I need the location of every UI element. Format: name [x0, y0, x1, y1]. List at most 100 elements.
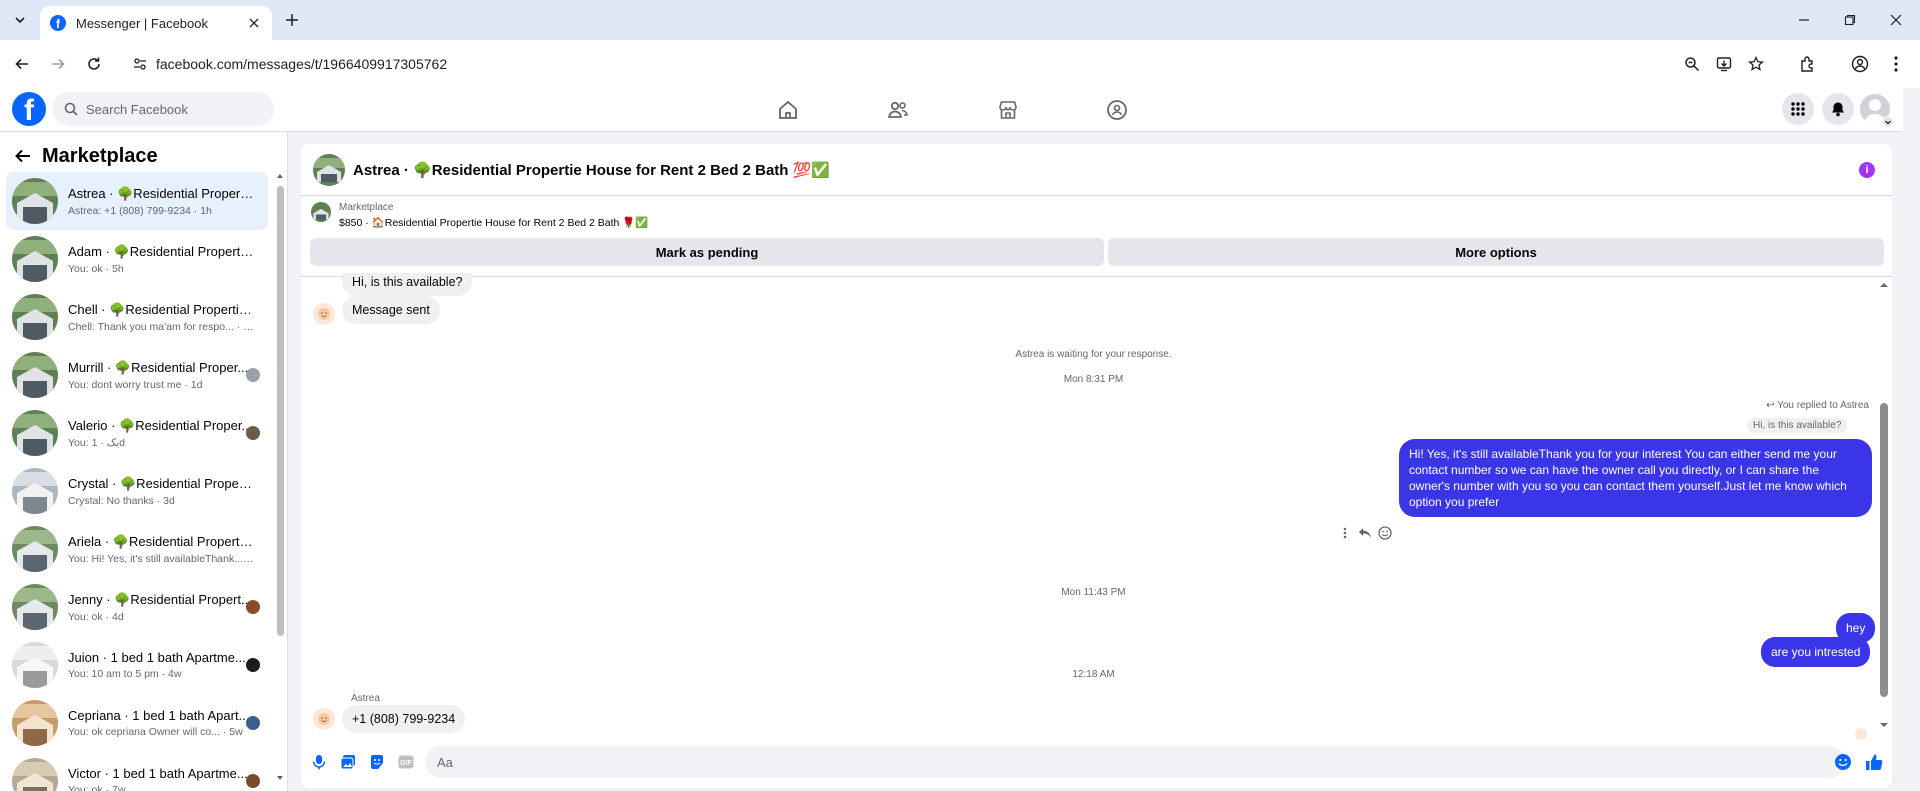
seen-avatar — [246, 774, 260, 788]
chat-scroll-thumb[interactable] — [1880, 403, 1888, 697]
conversation-thumbnail — [12, 642, 58, 688]
gif-icon[interactable]: GIF — [396, 752, 416, 772]
quoted-message[interactable]: Hi, is this available? — [1747, 418, 1848, 433]
timestamp: 12:18 AM — [1072, 669, 1115, 680]
chat-scrollbar[interactable] — [1879, 281, 1889, 729]
extensions-puzzle-icon[interactable] — [1796, 52, 1820, 76]
notifications-bell-icon[interactable] — [1822, 93, 1854, 125]
facebook-search-box[interactable] — [52, 92, 274, 126]
scroll-down-icon[interactable] — [1879, 721, 1889, 729]
message-input-box[interactable] — [425, 746, 1845, 778]
conversation-item[interactable]: Adam · 🌳Residential Propertie ... You: ok… — [6, 230, 268, 288]
conversation-item[interactable]: Juion · 1 bed 1 bath Apartme... You: 10 a… — [6, 636, 268, 694]
conversation-item[interactable]: Ariela · 🌳Residential Propertie ... You: … — [6, 520, 268, 578]
emoji-picker-icon[interactable] — [1833, 752, 1853, 772]
forward-arrow-icon[interactable] — [46, 52, 70, 76]
browser-menu-kebab-icon[interactable] — [1884, 52, 1908, 76]
react-emoji-icon[interactable] — [1377, 525, 1393, 541]
more-options-button[interactable]: More options — [1108, 238, 1884, 266]
groups-icon[interactable] — [1105, 98, 1129, 122]
conversation-preview: You: Hi! Yes, it's still availableThank.… — [68, 552, 254, 565]
sticker-icon[interactable] — [367, 752, 387, 772]
conversation-item[interactable]: Cepriana · 1 bed 1 bath Apart... You: ok … — [6, 694, 268, 752]
microphone-icon[interactable] — [309, 752, 329, 772]
conversation-item[interactable]: Murrill · 🌳Residential Proper... You: don… — [6, 346, 268, 404]
conversation-item[interactable]: Valerio · 🌳Residential Proper... You: یک … — [6, 404, 268, 462]
conversation-thumbnail — [12, 236, 58, 282]
conversation-item[interactable]: Crystal · 🌳Residential Properti... Crysta… — [6, 462, 268, 520]
tab-close-icon[interactable] — [246, 15, 262, 31]
sidebar-scroll-thumb[interactable] — [277, 186, 284, 636]
message-bubble-incoming[interactable]: +1 (808) 799-9234 — [342, 705, 466, 733]
conversation-thumbnail — [12, 410, 58, 456]
conversation-list: Astrea · 🌳Residential Propertie... Astrea… — [6, 172, 268, 791]
conversation-info: Murrill · 🌳Residential Proper... You: don… — [68, 360, 254, 391]
facebook-logo-icon[interactable]: f — [12, 92, 46, 126]
reply-indicator-text: You replied to Astrea — [1777, 400, 1869, 411]
svg-text:GIF: GIF — [400, 760, 412, 767]
message-bubble-incoming[interactable]: Message sent — [342, 296, 440, 324]
marketplace-store-icon[interactable] — [996, 98, 1020, 122]
chat-header: Astrea · 🌳Residential Propertie House fo… — [301, 144, 1892, 196]
listing-label: Marketplace — [339, 202, 394, 213]
address-bar[interactable]: facebook.com/messages/t/1966409917305762 — [122, 48, 1812, 80]
menu-grid-icon[interactable] — [1782, 93, 1814, 125]
sidebar-scrollbar[interactable] — [276, 172, 284, 782]
site-info-icon[interactable] — [130, 54, 150, 74]
message-bubble-outgoing[interactable]: are you intrested — [1761, 637, 1871, 667]
conversation-thumbnail — [12, 178, 58, 224]
restore-icon[interactable] — [1838, 10, 1862, 30]
tab-search-chevron-icon[interactable] — [8, 10, 32, 30]
message-bubble-outgoing[interactable]: Hi! Yes, it's still availableThank you f… — [1399, 439, 1872, 517]
thumbs-up-like-icon[interactable] — [1864, 752, 1884, 772]
conversation-name: Ariela · 🌳Residential Propertie ... — [68, 533, 254, 549]
back-arrow-icon[interactable] — [14, 147, 32, 165]
minimize-icon[interactable] — [1792, 10, 1816, 30]
conversation-name: Cepriana · 1 bed 1 bath Apart... — [68, 708, 250, 723]
photo-gallery-icon[interactable] — [338, 752, 358, 772]
install-app-icon[interactable] — [1714, 54, 1734, 74]
conversation-name: Adam · 🌳Residential Propertie ... — [68, 243, 254, 259]
account-chevron-down-icon[interactable] — [1882, 116, 1894, 128]
browser-tab-messenger[interactable]: f Messenger | Facebook — [40, 6, 272, 40]
scroll-down-icon[interactable] — [276, 774, 284, 782]
seen-avatar — [246, 368, 260, 382]
message-input[interactable] — [437, 754, 1797, 770]
zoom-icon[interactable] — [1682, 54, 1702, 74]
conversation-item[interactable]: Chell · 🌳Residential Propertie ... Chell:… — [6, 288, 268, 346]
search-input[interactable] — [86, 101, 256, 117]
conversation-thumbnail — [12, 526, 58, 572]
timestamp: Mon 11:43 PM — [1061, 587, 1126, 598]
chat-avatar[interactable] — [313, 154, 345, 186]
message-bubble-incoming[interactable]: Hi, is this available? — [342, 273, 473, 296]
conversation-preview: You: ok · 7w — [68, 784, 126, 791]
close-window-icon[interactable] — [1884, 10, 1908, 30]
chat-title[interactable]: Astrea · 🌳Residential Propertie House fo… — [353, 161, 830, 179]
conversation-thumbnail — [12, 700, 58, 746]
conversation-info: Adam · 🌳Residential Propertie ... You: ok… — [68, 244, 254, 275]
back-arrow-icon[interactable] — [10, 52, 34, 76]
listing-banner[interactable]: Marketplace $850 · 🏠Residential Properti… — [301, 196, 1892, 234]
conversation-name: Murrill · 🌳Residential Proper... — [68, 359, 249, 375]
bookmark-star-icon[interactable] — [1746, 54, 1766, 74]
conversation-preview: Chell: Thank you ma'am for respo... · 23… — [68, 320, 254, 333]
conversation-item[interactable]: Astrea · 🌳Residential Propertie... Astrea… — [6, 172, 268, 230]
reload-icon[interactable] — [82, 52, 106, 76]
friends-icon[interactable] — [886, 98, 910, 122]
conversation-item[interactable]: Jenny · 🌳Residential Propert... You: ok ·… — [6, 578, 268, 636]
conversation-item[interactable]: Victor · 1 bed 1 bath Apartme... You: ok … — [6, 752, 268, 791]
more-actions-kebab-icon[interactable] — [1337, 525, 1353, 541]
reply-icon[interactable] — [1357, 525, 1373, 541]
scroll-up-icon[interactable] — [1879, 281, 1889, 289]
home-icon[interactable] — [776, 98, 800, 122]
reply-arrow-icon: ↩ — [1766, 400, 1778, 411]
sender-name: Astrea — [351, 693, 380, 704]
info-icon[interactable]: i — [1859, 162, 1875, 178]
conversation-preview: You: ok · 4d — [68, 610, 124, 623]
new-tab-plus-icon[interactable] — [282, 10, 302, 30]
profile-account-icon[interactable] — [1848, 52, 1872, 76]
url-text[interactable]: facebook.com/messages/t/1966409917305762 — [156, 56, 447, 72]
mark-as-pending-button[interactable]: Mark as pending — [310, 238, 1104, 266]
scroll-up-icon[interactable] — [276, 172, 284, 180]
facebook-header: f — [0, 88, 1903, 132]
